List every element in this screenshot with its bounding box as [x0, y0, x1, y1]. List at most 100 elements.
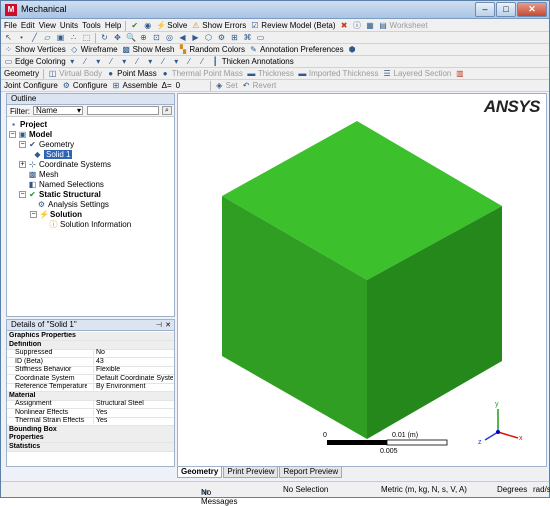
check-icon[interactable]: ✔	[130, 21, 139, 30]
tree-item-analysis-settings[interactable]: ⚙ Analysis Settings	[37, 199, 109, 209]
configure-button[interactable]: ⚙ Configure	[62, 81, 108, 90]
pan-icon[interactable]: ✥	[113, 33, 122, 42]
random-colors-button[interactable]: ▚ Random Colors	[178, 45, 245, 54]
edge-style-1-icon[interactable]: ⁄	[81, 57, 90, 66]
rad-units-status[interactable]: rad/s	[533, 485, 550, 494]
collapse-icon[interactable]: −	[30, 210, 37, 218]
menu-units[interactable]: Units	[60, 21, 78, 30]
previous-view-icon[interactable]: ◀	[178, 33, 187, 42]
solve-button[interactable]: ⚡ Solve	[156, 21, 187, 30]
set-button[interactable]: ◈ Set	[215, 81, 238, 90]
layered-section-button[interactable]: ☰ Layered Section	[383, 69, 451, 78]
zoom-icon[interactable]: 🔍	[126, 33, 136, 42]
tree-item-solid-1[interactable]: ◆ Solid 1	[33, 149, 73, 159]
close-icon[interactable]: ✕	[165, 321, 171, 329]
magnifier-icon[interactable]: ◎	[165, 33, 174, 42]
label-icon[interactable]: ⊞	[230, 33, 239, 42]
filter-input[interactable]	[87, 106, 159, 115]
zoom-fit-icon[interactable]: ⊡	[152, 33, 161, 42]
menu-edit[interactable]: Edit	[21, 21, 35, 30]
cube-icon[interactable]: ⬢	[348, 45, 357, 54]
close-button[interactable]: ✕	[517, 2, 547, 17]
tree-item-static-structural[interactable]: − ✔ Static Structural	[19, 189, 101, 199]
table-icon[interactable]: ▦	[366, 21, 375, 30]
graphics-viewport[interactable]: ANSYS 0 0.01 (m) 0.005 y x z	[177, 93, 547, 467]
pin-icon[interactable]: ⊣	[156, 321, 162, 329]
rotate-icon[interactable]: ↻	[100, 33, 109, 42]
chevron-down-icon[interactable]: ▾	[94, 57, 103, 66]
point-mass-button[interactable]: ● Point Mass	[106, 69, 157, 78]
select-face-icon[interactable]: ▱	[43, 33, 52, 42]
details-key: Assignment	[15, 400, 52, 407]
tree-item-project[interactable]: ▪ Project	[9, 119, 47, 129]
info-icon[interactable]: ⓘ	[353, 21, 362, 30]
units-status[interactable]: Metric (m, kg, N, s, V, A)	[381, 485, 467, 494]
select-body-icon[interactable]: ▣	[56, 33, 65, 42]
details-group-label: Bounding Box	[9, 425, 57, 433]
show-mesh-button[interactable]: ▩ Show Mesh	[122, 45, 174, 54]
expand-icon[interactable]: +	[19, 160, 26, 168]
tree-item-solution-information[interactable]: ⓘ Solution Information	[49, 219, 132, 229]
tree-item-model[interactable]: − ▣ Model	[9, 129, 52, 139]
box-select-icon[interactable]: ⬚	[82, 33, 91, 42]
show-vertices-button[interactable]: ⁘ Show Vertices	[4, 45, 66, 54]
chevron-down-icon[interactable]: ▾	[172, 57, 181, 66]
collapse-icon[interactable]: −	[9, 130, 16, 138]
details-group-row[interactable]: Statistics	[7, 442, 174, 452]
select-mode-icon[interactable]: ↖	[4, 33, 13, 42]
tab-report-preview[interactable]: Report Preview	[279, 467, 343, 478]
select-vertex-icon[interactable]: •	[17, 33, 26, 42]
collapse-icon[interactable]: −	[19, 140, 26, 148]
tab-geometry[interactable]: Geometry	[177, 467, 223, 478]
select-edge-icon[interactable]: ╱	[30, 33, 39, 42]
iso-view-icon[interactable]: ⬡	[204, 33, 213, 42]
assemble-button[interactable]: ⊞ Assemble	[112, 81, 158, 90]
next-view-icon[interactable]: ▶	[191, 33, 200, 42]
menu-view[interactable]: View	[39, 21, 56, 30]
angle-units-status[interactable]: Degrees	[497, 485, 527, 494]
chevron-down-icon[interactable]: ▾	[146, 57, 155, 66]
filter-dropdown[interactable]: Name ▾	[33, 106, 83, 115]
tree-item-named-selections[interactable]: ◧ Named Selections	[28, 179, 104, 189]
scale-zero: 0	[323, 432, 327, 439]
menu-tools[interactable]: Tools	[82, 21, 101, 30]
revert-button[interactable]: ↶ Revert	[242, 81, 276, 90]
tree-item-solution[interactable]: − ⚡ Solution	[30, 209, 82, 219]
toggle-icon[interactable]: ◉	[143, 21, 152, 30]
zoom-box-icon[interactable]: ⊕	[139, 33, 148, 42]
menu-file[interactable]: File	[4, 21, 17, 30]
thickness-button[interactable]: ▬ Thickness	[247, 69, 294, 78]
tree-item-coordinate-systems[interactable]: + ⊹ Coordinate Systems	[19, 159, 111, 169]
delete-icon[interactable]: ✖	[340, 21, 349, 30]
chevron-down-icon[interactable]: ▾	[120, 57, 129, 66]
tag-icon[interactable]: ⌘	[243, 33, 252, 42]
layer-icon[interactable]: ▥	[455, 69, 464, 78]
view-settings-icon[interactable]: ⚙	[217, 33, 226, 42]
collapse-icon[interactable]: −	[19, 190, 26, 198]
edge-coloring-button[interactable]: ▭ Edge Coloring ▾	[4, 57, 77, 66]
edge-style-2-icon[interactable]: ⁄	[107, 57, 116, 66]
filter-search-icon[interactable]: ⌕	[162, 106, 172, 115]
tab-print-preview[interactable]: Print Preview	[223, 467, 279, 478]
layout-icon[interactable]: ▭	[256, 33, 265, 42]
review-model-button[interactable]: ☑ Review Model (Beta)	[250, 21, 335, 30]
edge-style-4-icon[interactable]: ⁄	[159, 57, 168, 66]
imported-thickness-button[interactable]: ▬ Imported Thickness	[298, 69, 378, 78]
wireframe-button[interactable]: ◇ Wireframe	[70, 45, 117, 54]
virtual-body-button[interactable]: ◫ Virtual Body	[48, 69, 102, 78]
select-node-icon[interactable]: ∴	[69, 33, 78, 42]
menu-help[interactable]: Help	[105, 21, 121, 30]
minimize-button[interactable]: –	[475, 2, 495, 17]
annotation-preferences-button[interactable]: ✎ Annotation Preferences	[249, 45, 343, 54]
edge-style-3-icon[interactable]: ⁄	[133, 57, 142, 66]
edge-style-5-icon[interactable]: ⁄	[185, 57, 194, 66]
delta-value-field[interactable]: 0	[176, 81, 206, 90]
maximize-button[interactable]: □	[496, 2, 516, 17]
worksheet-button[interactable]: ▤ Worksheet	[379, 21, 427, 30]
tree-item-geometry[interactable]: − ✔ Geometry	[19, 139, 74, 149]
edge-style-6-icon[interactable]: ⁄	[198, 57, 207, 66]
tree-item-mesh[interactable]: ▩ Mesh	[28, 169, 59, 179]
show-errors-button[interactable]: ⚠ Show Errors	[191, 21, 246, 30]
thicken-annotations-button[interactable]: ┃ Thicken Annotations	[211, 57, 294, 66]
thermal-point-mass-button[interactable]: ● Thermal Point Mass	[161, 69, 243, 78]
